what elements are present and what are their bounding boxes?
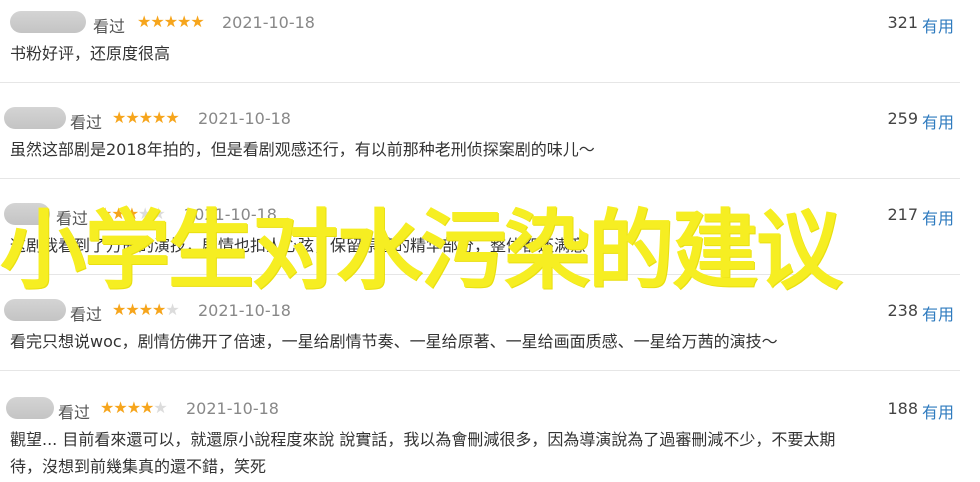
divider bbox=[0, 178, 960, 179]
vote-count: 188 bbox=[887, 399, 918, 418]
rating-stars: ★★★★★ bbox=[100, 398, 168, 417]
divider bbox=[0, 82, 960, 83]
star-filled-icon: ★ bbox=[126, 398, 141, 417]
star-filled-icon: ★ bbox=[137, 12, 151, 31]
review-text: 虽然这部剧是2018年拍的，但是看剧观感还行，有以前那种老刑侦探案剧的味儿～ bbox=[10, 140, 595, 159]
star-filled-icon: ★ bbox=[152, 108, 166, 127]
watch-status: 看过 bbox=[93, 17, 126, 36]
review-date: 2021-10-18 bbox=[186, 399, 279, 418]
rating-stars: ★★★★★ bbox=[112, 108, 180, 127]
star-filled-icon: ★ bbox=[165, 108, 179, 127]
useful-button[interactable]: 有用 bbox=[922, 13, 954, 37]
star-filled-icon: ★ bbox=[140, 398, 154, 417]
review-meta: 看过 ★★★★★ 2021-10-18 321 有用 bbox=[0, 10, 980, 37]
avatar[interactable] bbox=[6, 397, 54, 419]
star-empty-icon: ★ bbox=[153, 398, 167, 417]
star-filled-icon: ★ bbox=[112, 108, 126, 127]
star-filled-icon: ★ bbox=[113, 398, 127, 417]
review-text: 看完只想说woc，剧情仿佛开了倍速，一星给剧情节奏、一星给原著、一星给画面质感、… bbox=[10, 332, 778, 351]
avatar[interactable] bbox=[10, 11, 86, 33]
review-meta: 看过 ★★★★★ 2021-10-18 188 有用 bbox=[0, 396, 980, 423]
review-text: 书粉好评，还原度很高 bbox=[10, 44, 171, 63]
star-filled-icon: ★ bbox=[190, 12, 204, 31]
review-meta: 看过 ★★★★★ 2021-10-18 259 有用 bbox=[0, 106, 980, 133]
overlay-title: 小学生对水污染的建议 bbox=[0, 201, 842, 301]
divider bbox=[0, 370, 960, 371]
vote-count: 259 bbox=[887, 109, 918, 128]
star-filled-icon: ★ bbox=[125, 108, 139, 127]
star-filled-icon: ★ bbox=[138, 108, 153, 127]
review-date: 2021-10-18 bbox=[222, 13, 315, 32]
watch-status: 看过 bbox=[70, 113, 103, 132]
review-date: 2021-10-18 bbox=[198, 109, 291, 128]
star-filled-icon: ★ bbox=[163, 12, 178, 31]
review-text-continued: 待，沒想到前幾集真的還不錯，笑死 bbox=[10, 457, 267, 476]
avatar[interactable] bbox=[4, 107, 66, 129]
star-filled-icon: ★ bbox=[150, 12, 164, 31]
star-filled-icon: ★ bbox=[177, 12, 191, 31]
watch-status: 看过 bbox=[58, 403, 91, 422]
review-text: 觀望... 目前看來還可以，就還原小說程度來說 說實話，我以為會刪減很多，因為導… bbox=[10, 430, 836, 449]
rating-stars: ★★★★★ bbox=[137, 12, 205, 31]
star-filled-icon: ★ bbox=[100, 398, 114, 417]
useful-button[interactable]: 有用 bbox=[922, 109, 954, 133]
useful-button[interactable]: 有用 bbox=[922, 399, 954, 423]
vote-count: 321 bbox=[887, 13, 918, 32]
